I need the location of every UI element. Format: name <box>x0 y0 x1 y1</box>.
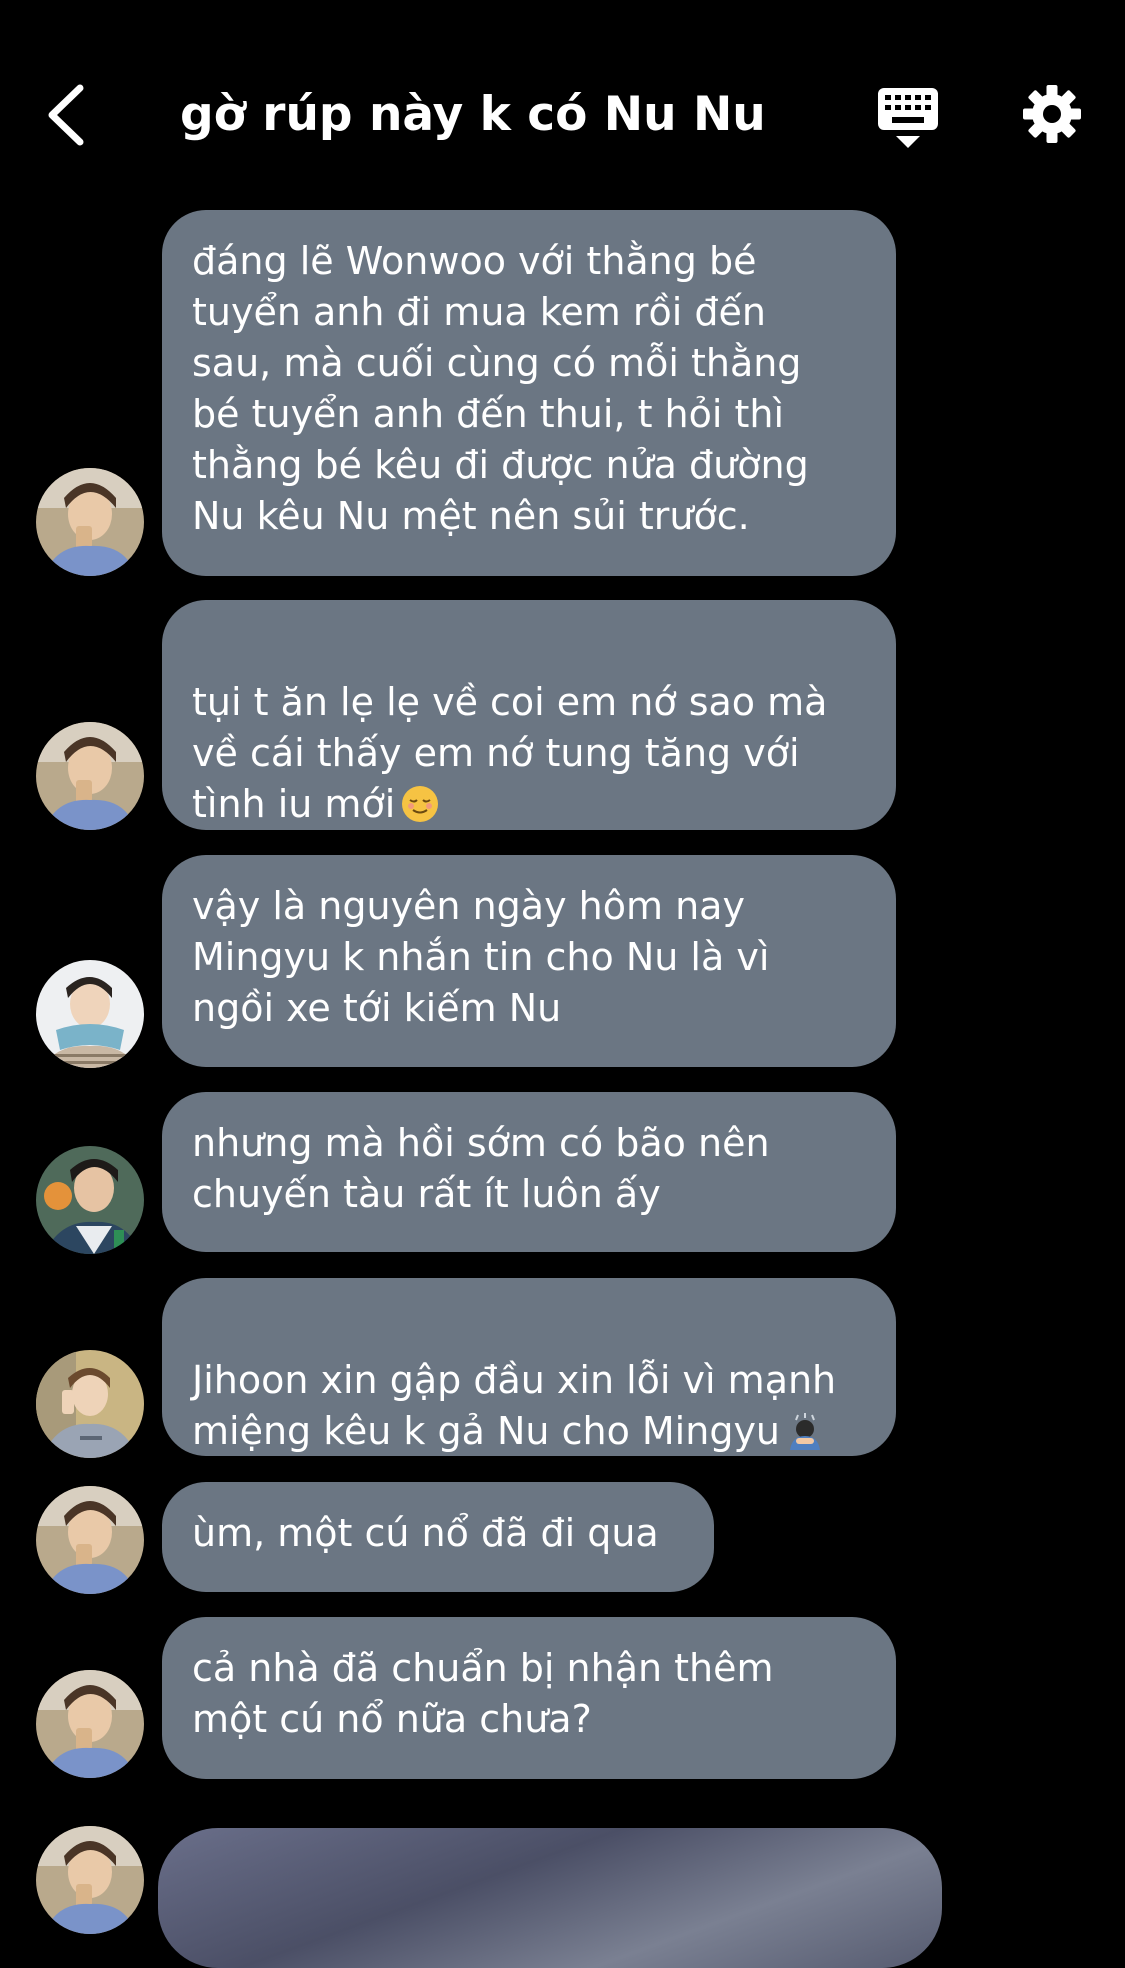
avatar[interactable] <box>36 722 144 830</box>
avatar-a <box>36 1826 144 1934</box>
message-text: Jihoon xin gập đầu xin lỗi vì mạnh miệng… <box>192 1358 837 1453</box>
avatar[interactable] <box>36 1146 144 1254</box>
message-bubble: tụi t ăn lẹ lẹ về coi em nớ sao mà về cá… <box>162 600 896 830</box>
message-bubble: đáng lẽ Wonwoo với thằng bé tuyển anh đi… <box>162 210 896 576</box>
avatar-b <box>36 960 144 1068</box>
message-bubble: cả nhà đã chuẩn bị nhận thêm một cú nổ n… <box>162 1617 896 1779</box>
message-text: tụi t ăn lẹ lẹ về coi em nớ sao mà về cá… <box>192 680 828 826</box>
avatar-a <box>36 468 144 576</box>
gear-icon <box>1023 85 1081 143</box>
image-message[interactable] <box>158 1828 942 1968</box>
back-button[interactable] <box>40 78 96 152</box>
avatar-c <box>36 1146 144 1254</box>
message-bubble: Jihoon xin gập đầu xin lỗi vì mạnh miệng… <box>162 1278 896 1456</box>
keyboard-button[interactable] <box>876 84 940 152</box>
chat-header: gờ rúp này k có Nu Nu <box>0 0 1125 200</box>
avatar[interactable] <box>36 468 144 576</box>
avatar[interactable] <box>36 960 144 1068</box>
avatar-a <box>36 1670 144 1778</box>
chat-title: gờ rúp này k có Nu Nu <box>180 87 766 142</box>
avatar[interactable] <box>36 1350 144 1458</box>
keyboard-hide-icon <box>878 88 938 148</box>
settings-button[interactable] <box>1022 84 1082 144</box>
avatar-a <box>36 1486 144 1594</box>
avatar-a <box>36 722 144 830</box>
message-bubble: ùm, một cú nổ đã đi qua <box>162 1482 714 1592</box>
avatar[interactable] <box>36 1486 144 1594</box>
person-bowing-emoji <box>786 1412 824 1450</box>
chevron-left-icon <box>48 84 84 146</box>
message-bubble: nhưng mà hồi sớm có bão nên chuyến tàu r… <box>162 1092 896 1252</box>
avatar[interactable] <box>36 1826 144 1934</box>
message-bubble: vậy là nguyên ngày hôm nay Mingyu k nhắn… <box>162 855 896 1067</box>
avatar[interactable] <box>36 1670 144 1778</box>
avatar-d <box>36 1350 144 1458</box>
relieved-face-emoji <box>401 785 439 823</box>
